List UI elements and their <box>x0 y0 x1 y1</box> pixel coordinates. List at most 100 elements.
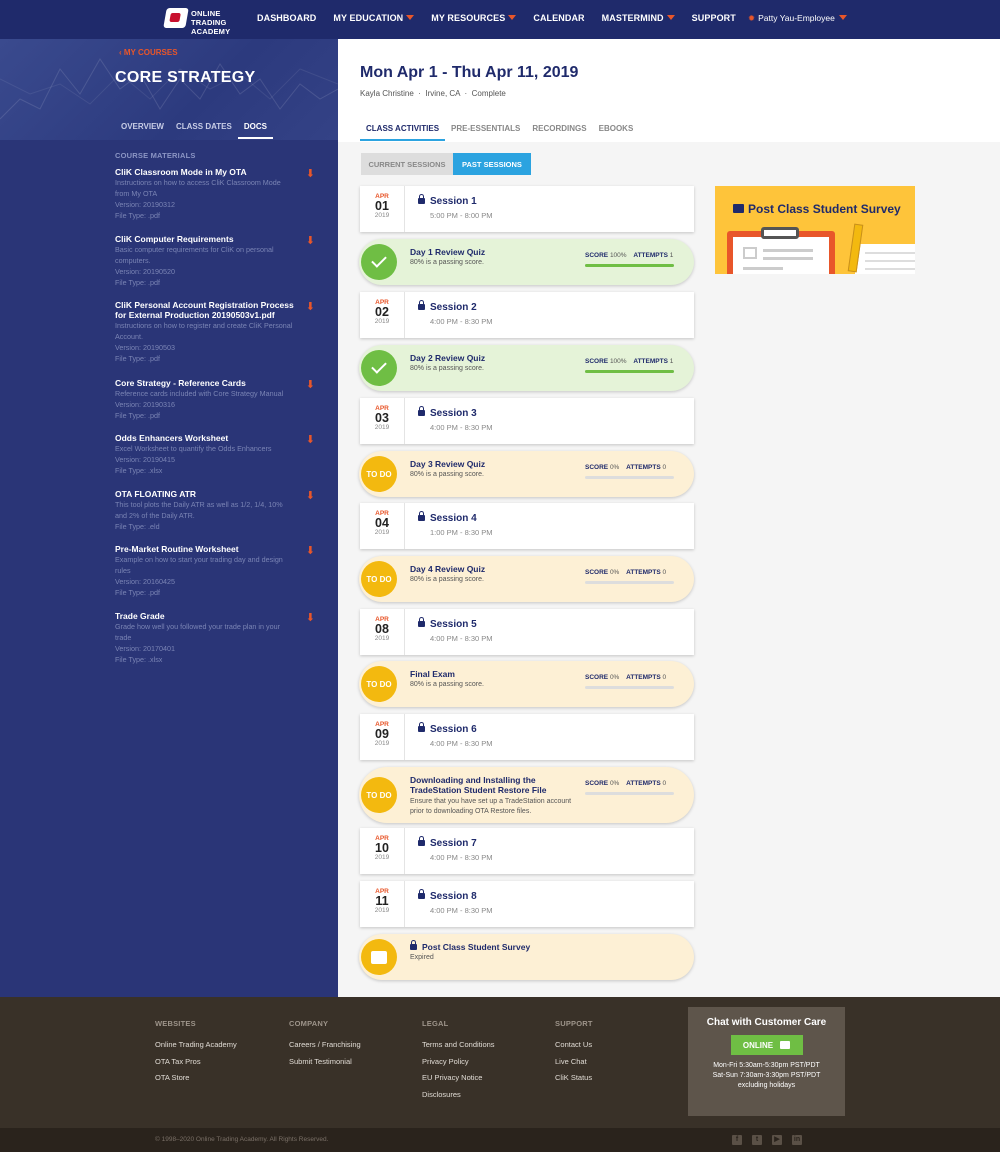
tab-overview[interactable]: OVERVIEW <box>115 122 170 139</box>
lock-icon <box>418 300 425 310</box>
document-title[interactable]: Core Strategy - Reference Cards <box>115 378 295 388</box>
session-time: 1:00 PM - 8:30 PM <box>430 528 493 537</box>
download-icon[interactable]: ⬇ <box>306 433 315 446</box>
session-card[interactable]: APR 11 2019 Session 8 4:00 PM - 8:30 PM <box>360 881 694 927</box>
document-description-line: Version: 20190415 <box>115 455 175 464</box>
footer-column-legal: LEGAL Terms and Conditions Privacy Policy E… <box>422 1019 495 1106</box>
document-description-line: Excel Worksheet to quantify the Odds Enh… <box>115 444 272 453</box>
document-title[interactable]: Pre-Market Routine Worksheet <box>115 544 295 554</box>
tab-ebooks[interactable]: EBOOKS <box>593 124 640 141</box>
footer-link[interactable]: OTA Store <box>155 1073 237 1090</box>
facebook-icon[interactable]: f <box>732 1135 742 1145</box>
nav-item-my-education[interactable]: MY EDUCATION <box>333 13 414 23</box>
footer-link[interactable]: Online Trading Academy <box>155 1040 237 1057</box>
footer-link[interactable]: CliK Status <box>555 1073 593 1090</box>
chat-online-button[interactable]: ONLINE <box>730 1035 803 1055</box>
lock-icon <box>418 406 425 416</box>
download-icon[interactable]: ⬇ <box>306 544 315 557</box>
todo-badge-label: TO DO <box>366 790 392 800</box>
nav-item-my-resources[interactable]: MY RESOURCES <box>431 13 516 23</box>
survey-badge <box>361 939 397 975</box>
quiz-card[interactable]: TO DO Final Exam 80% is a passing score. SC… <box>359 661 694 707</box>
session-card[interactable]: APR 08 2019 Session 5 4:00 PM - 8:30 PM <box>360 609 694 655</box>
tab-recordings[interactable]: RECORDINGS <box>526 124 592 141</box>
session-card[interactable]: APR 10 2019 Session 7 4:00 PM - 8:30 PM <box>360 828 694 874</box>
session-card[interactable]: APR 01 2019 Session 1 5:00 PM - 8:00 PM <box>360 186 694 232</box>
session-card[interactable]: APR 09 2019 Session 6 4:00 PM - 8:30 PM <box>360 714 694 760</box>
footer-link[interactable]: Privacy Policy <box>422 1057 495 1074</box>
youtube-icon[interactable]: ▶ <box>772 1135 782 1145</box>
user-menu[interactable]: ✹ Patty Yau-Employee <box>748 13 847 24</box>
main-menu: DASHBOARD MY EDUCATION MY RESOURCES CALENDA… <box>257 13 753 23</box>
download-icon[interactable]: ⬇ <box>306 234 315 247</box>
footer-column-support: SUPPORT Contact Us Live Chat CliK Status <box>555 1019 593 1090</box>
footer-link[interactable]: Terms and Conditions <box>422 1040 495 1057</box>
session-date: APR 01 2019 <box>360 186 405 232</box>
past-sessions-button[interactable]: PAST SESSIONS <box>453 153 531 175</box>
footer-link[interactable]: Careers / Franchising <box>289 1040 361 1057</box>
linkedin-icon[interactable]: in <box>792 1135 802 1145</box>
document-item: OTA FLOATING ATR This tool plots the Dail… <box>115 489 315 532</box>
logo[interactable]: ONLINE TRADING ACADEMY <box>163 7 240 36</box>
download-icon[interactable]: ⬇ <box>306 300 315 313</box>
quiz-card[interactable]: TO DO Downloading and Installing the Trad… <box>359 767 694 823</box>
sidebar-tabs: OVERVIEW CLASS DATES DOCS <box>115 122 273 139</box>
quiz-card[interactable]: Day 1 Review Quiz 80% is a passing score.… <box>359 239 694 285</box>
footer-link[interactable]: Live Chat <box>555 1057 593 1074</box>
chat-bubble-icon <box>733 204 744 213</box>
footer-link[interactable]: EU Privacy Notice <box>422 1073 495 1090</box>
nav-item-mastermind[interactable]: MASTERMIND <box>602 13 675 23</box>
survey-card[interactable]: Post Class Student Survey Expired <box>359 934 694 980</box>
session-card[interactable]: APR 02 2019 Session 2 4:00 PM - 8:30 PM <box>360 292 694 338</box>
quiz-title: Final Exam <box>410 669 455 679</box>
tab-pre-essentials[interactable]: PRE-ESSENTIALS <box>445 124 526 141</box>
nav-item-support[interactable]: SUPPORT <box>692 13 736 23</box>
quiz-title: Day 4 Review Quiz <box>410 564 485 574</box>
download-icon[interactable]: ⬇ <box>306 167 315 180</box>
quiz-title-label: Day 3 Review Quiz <box>410 459 486 469</box>
quiz-subtitle: 80% is a passing score. <box>410 681 484 688</box>
document-description-line: rules <box>115 566 131 575</box>
session-card[interactable]: APR 03 2019 Session 3 4:00 PM - 8:30 PM <box>360 398 694 444</box>
document-title[interactable]: CliK Classroom Mode in My OTA <box>115 167 295 177</box>
back-to-courses-link[interactable]: ‹ MY COURSES <box>119 48 178 57</box>
post-class-survey-banner[interactable]: Post Class Student Survey <box>715 186 915 274</box>
session-title-label: Session 7 <box>430 838 477 849</box>
document-title[interactable]: Odds Enhancers Worksheet <box>115 433 295 443</box>
nav-item-dashboard[interactable]: DASHBOARD <box>257 13 316 23</box>
quiz-title-label: Day 4 Review Quiz <box>410 564 486 574</box>
main-tabs: CLASS ACTIVITIES PRE-ESSENTIALS RECORDINGS… <box>360 124 639 141</box>
download-icon[interactable]: ⬇ <box>306 611 315 624</box>
todo-badge-label: TO DO <box>366 679 392 689</box>
clipboard-clamp-illustration <box>761 227 799 239</box>
quiz-card[interactable]: TO DO Day 3 Review Quiz 80% is a passing s… <box>359 451 694 497</box>
quiz-score: SCORE 0% ATTEMPTS 0 <box>585 780 666 787</box>
quiz-card[interactable]: Day 2 Review Quiz 80% is a passing score.… <box>359 345 694 391</box>
footer-link[interactable]: Disclosures <box>422 1090 495 1107</box>
current-sessions-button[interactable]: CURRENT SESSIONS <box>361 153 453 175</box>
chat-button-label: ONLINE <box>742 1040 774 1050</box>
document-title[interactable]: OTA FLOATING ATR <box>115 489 295 499</box>
tab-docs[interactable]: DOCS <box>237 122 273 139</box>
completed-badge <box>361 350 397 386</box>
document-title[interactable]: CliK Personal Account Registration Proce… <box>115 300 295 320</box>
footer-link[interactable]: Contact Us <box>555 1040 593 1057</box>
tab-class-dates[interactable]: CLASS DATES <box>170 122 238 139</box>
twitter-icon[interactable]: t <box>752 1135 762 1145</box>
footer-link[interactable]: Submit Testimonial <box>289 1057 361 1074</box>
footer-link[interactable]: OTA Tax Pros <box>155 1057 237 1074</box>
download-icon[interactable]: ⬇ <box>306 489 315 502</box>
session-day: 02 <box>375 305 389 319</box>
session-card[interactable]: APR 04 2019 Session 4 1:00 PM - 8:30 PM <box>360 503 694 549</box>
nav-item-calendar[interactable]: CALENDAR <box>533 13 584 23</box>
tab-class-activities[interactable]: CLASS ACTIVITIES <box>360 124 446 141</box>
document-description-line: Basic computer requirements for CliK on … <box>115 245 274 254</box>
document-description-line: File Type: .pdf <box>115 211 161 220</box>
quiz-title-label: Final Exam <box>410 669 455 679</box>
document-title[interactable]: Trade Grade <box>115 611 295 621</box>
quiz-card[interactable]: TO DO Day 4 Review Quiz 80% is a passing s… <box>359 556 694 602</box>
document-title[interactable]: CliK Computer Requirements <box>115 234 295 244</box>
sidebar-header: ‹ MY COURSES CORE STRATEGY OVERVIEW CLASS… <box>0 39 338 140</box>
quiz-score: SCORE 100% ATTEMPTS 1 <box>585 358 673 365</box>
download-icon[interactable]: ⬇ <box>306 378 315 391</box>
